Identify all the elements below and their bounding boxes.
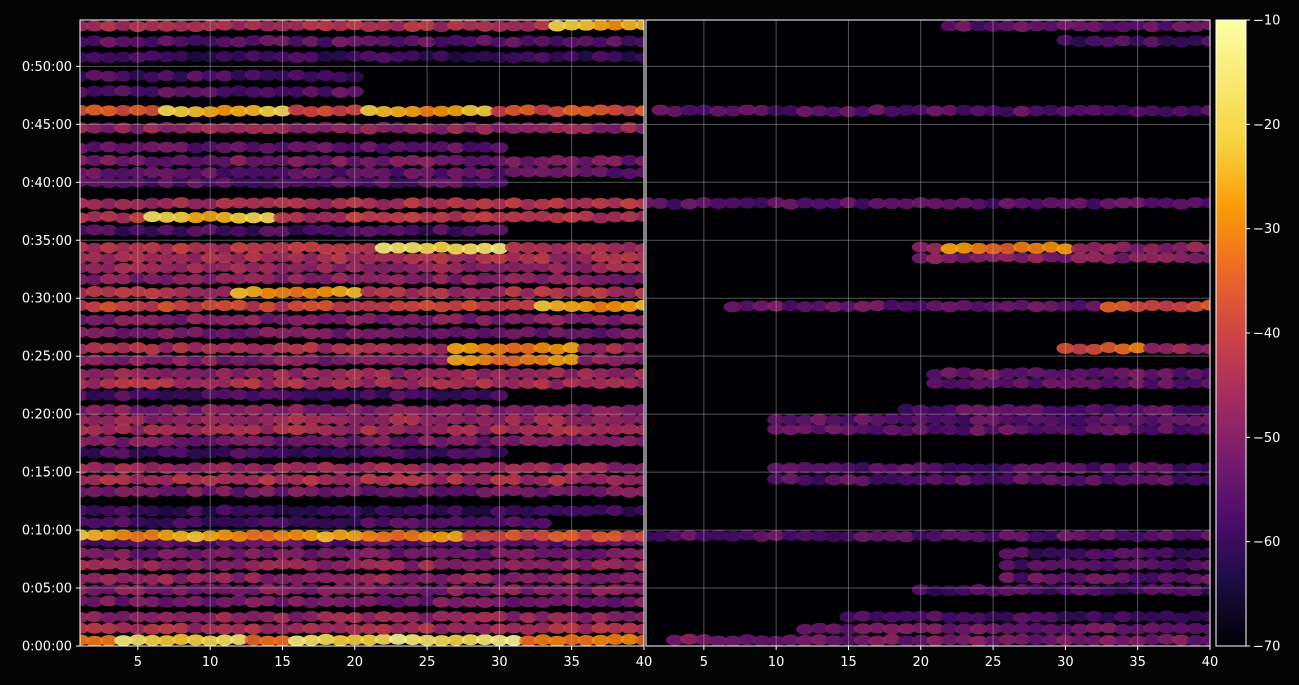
y-tick-label: 0:30:00 [22,292,72,307]
left-x-tick-label: 15 [274,655,291,670]
y-tick-label: 0:50:00 [22,60,72,75]
left-x-tick-label: 10 [202,655,219,670]
right-x-tick-label: 15 [840,655,857,670]
y-tick-label: 0:15:00 [22,466,72,481]
y-tick-label: 0:35:00 [22,234,72,249]
left-x-tick-label: 35 [563,655,580,670]
colorbar-tick-label: −70 [1253,640,1280,655]
left-x-tick-label: 25 [419,655,436,670]
right-x-tick-label: 20 [912,655,929,670]
colorbar-tick-label: −10 [1253,14,1280,29]
left-x-tick-label: 40 [636,655,653,670]
figure: 5 10 15 20 25 30 35 40 0:00:00 0:05:00 0:10:00 0:1… [0,0,1299,685]
y-tick-label: 0:05:00 [22,582,72,597]
left-x-tick-label: 30 [491,655,508,670]
right-x-tick-label: 25 [985,655,1002,670]
right-x-tick-label: 30 [1057,655,1074,670]
y-tick-label: 0:40:00 [22,176,72,191]
left-x-tick-label: 5 [134,655,142,670]
y-tick-label: 0:00:00 [22,640,72,655]
y-tick-label: 0:45:00 [22,118,72,133]
y-tick-label: 0:25:00 [22,350,72,365]
right-x-tick-label: 10 [768,655,785,670]
left-x-tick-label: 20 [346,655,363,670]
colorbar-gradient [1216,20,1246,646]
right-x-tick-label: 40 [1202,655,1219,670]
left-heatmap-panel: 5 10 15 20 25 30 35 40 0:00:00 0:05:00 0:10:00 0:1… [22,19,653,670]
right-heatmap-panel: 5 10 15 20 25 30 35 40 [645,19,1219,670]
left-heatmap-cell [533,517,552,529]
colorbar-tick-label: −40 [1253,327,1280,342]
right-x-tick-label: 5 [700,655,708,670]
colorbar-tick-label: −60 [1253,535,1280,550]
left-heatmap-marks [80,20,644,646]
y-tick-label: 0:20:00 [22,408,72,423]
right-x-tick-label: 35 [1129,655,1146,670]
colorbar-tick-label: −20 [1253,118,1280,133]
colorbar-tick-label: −30 [1253,222,1280,237]
y-tick-label: 0:10:00 [22,524,72,539]
colorbar-tick-label: −50 [1253,431,1280,446]
